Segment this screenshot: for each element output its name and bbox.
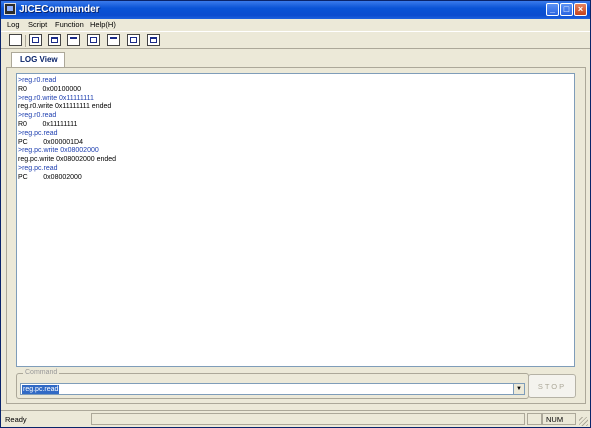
new-icon[interactable]	[9, 34, 22, 46]
command-value[interactable]: reg.pc.read	[22, 385, 60, 394]
resize-grip-icon[interactable]	[579, 417, 588, 426]
tab-strip: LOG View	[6, 49, 586, 67]
log-panel: >reg.r0.read R0 0x00100000 >reg.r0.write 0…	[6, 67, 586, 404]
log-line: >reg.r0.write 0x11111111	[18, 94, 94, 102]
log-line: >reg.r0.read	[18, 112, 57, 120]
log-line: >reg.pc.read	[18, 164, 58, 172]
reset-icon[interactable]	[127, 34, 140, 46]
command-label: Command	[23, 369, 60, 376]
log-line: >reg.r0.read	[18, 77, 57, 84]
window-title: JICECommander	[19, 4, 100, 15]
log-line: >reg.pc.read	[18, 129, 58, 137]
toolbar	[1, 31, 590, 49]
menu-script[interactable]: Script	[28, 20, 47, 29]
log-line: reg.r0.write 0x11111111 ended	[18, 103, 112, 111]
app-window: JICECommander _ □ × Log Script Function …	[0, 0, 591, 428]
title-bar[interactable]: JICECommander _ □ ×	[1, 1, 590, 19]
log-line: >reg.pc.write 0x08002000	[18, 147, 99, 155]
log-output[interactable]: >reg.r0.read R0 0x00100000 >reg.r0.write 0…	[16, 73, 575, 367]
menu-help[interactable]: Help(H)	[90, 20, 116, 29]
app-icon[interactable]	[4, 3, 16, 15]
stop-button-label: STOP	[537, 382, 567, 391]
stop-button[interactable]: STOP	[528, 374, 576, 398]
menu-bar: Log Script Function Help(H)	[1, 19, 590, 31]
minimize-icon[interactable]: _	[546, 3, 559, 16]
log-line: R0 0x00100000	[18, 85, 82, 93]
command-group: Command reg.pc.read ▼	[16, 369, 529, 399]
tab-log-view[interactable]: LOG View	[11, 52, 65, 67]
status-pane-caps	[527, 413, 542, 425]
command-combobox[interactable]: reg.pc.read ▼	[20, 383, 525, 395]
close-icon[interactable]: ×	[574, 3, 587, 16]
chevron-down-icon[interactable]: ▼	[513, 384, 524, 394]
settings-icon[interactable]	[147, 34, 160, 46]
log-line: PC 0x08002000	[18, 173, 82, 181]
menu-function[interactable]: Function	[55, 20, 84, 29]
status-bar: Ready NUM	[1, 410, 590, 428]
tab-log-view-label: LOG View	[20, 55, 58, 64]
toolbar-separator	[25, 35, 26, 47]
menu-log[interactable]: Log	[7, 20, 20, 29]
log-line: PC 0x000001D4	[18, 138, 83, 146]
disassembly-icon[interactable]	[87, 34, 100, 46]
save-icon[interactable]	[29, 34, 42, 46]
log-line: reg.pc.write 0x08002000 ended	[18, 156, 117, 164]
register-icon[interactable]	[48, 34, 61, 46]
log-line: R0 0x11111111	[18, 120, 78, 128]
breakpoint-icon[interactable]	[107, 34, 120, 46]
status-text: Ready	[5, 415, 27, 424]
status-pane	[91, 413, 525, 425]
num-lock-indicator: NUM	[546, 415, 564, 424]
memory-icon[interactable]	[67, 34, 80, 46]
maximize-icon[interactable]: □	[560, 3, 573, 16]
